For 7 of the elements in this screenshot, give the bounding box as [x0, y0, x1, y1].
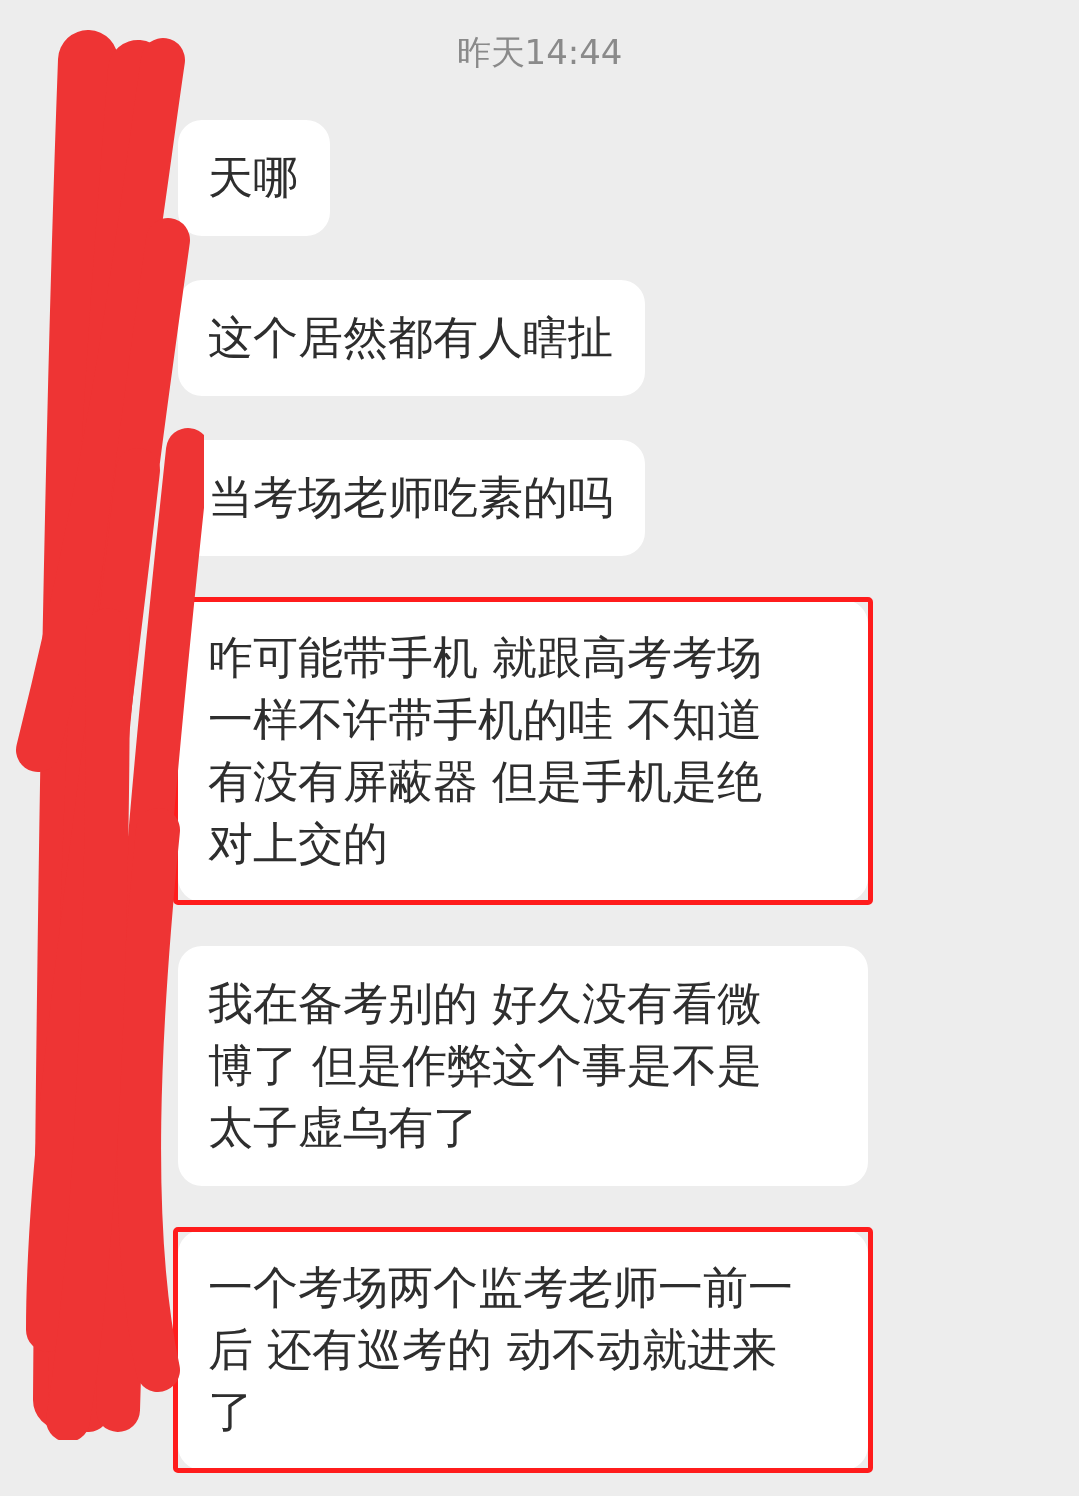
message-text: 我在备考别的 好久没有看微 博了 但是作弊这个事是不是 太子虚乌有了	[208, 976, 764, 1156]
message-text: 天哪	[208, 150, 298, 206]
message-text: 当考场老师吃素的吗	[208, 470, 613, 526]
message-timestamp: 昨天14:44	[456, 31, 623, 74]
message-text: 咋可能带手机 就跟高考考场 一样不许带手机的哇 不知道 有没有屏蔽器 但是手机是绝 对上交的	[208, 630, 764, 872]
message-text: 一个考场两个监考老师一前一 后 还有巡考的 动不动就进来 了	[208, 1260, 794, 1440]
message-text: 这个居然都有人瞎扯	[208, 310, 613, 366]
